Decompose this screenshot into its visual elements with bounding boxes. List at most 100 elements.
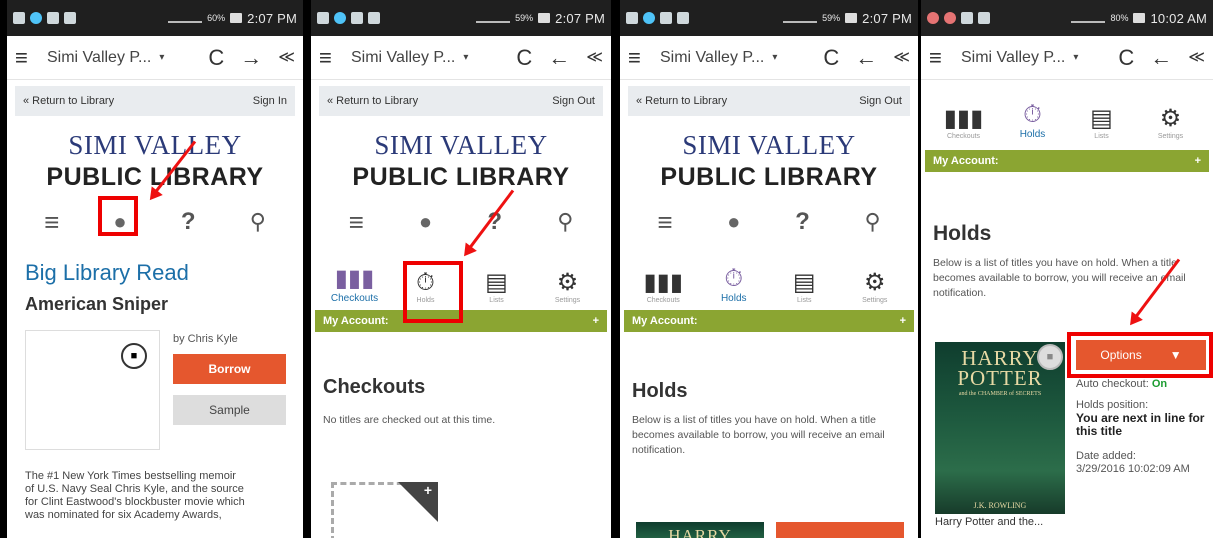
forward-icon[interactable]: → bbox=[240, 46, 262, 69]
chevron-down-icon[interactable]: ▾ bbox=[463, 52, 468, 63]
sign-out-link[interactable]: Sign Out bbox=[859, 95, 902, 107]
status-bar: 59% 2:07 PM bbox=[311, 0, 611, 36]
share-icon[interactable]: ≪ bbox=[278, 49, 295, 66]
cover-author: J.K. ROWLING bbox=[973, 501, 1027, 510]
url-title[interactable]: Simi Valley P... bbox=[351, 49, 455, 67]
help-icon[interactable]: ? bbox=[795, 208, 810, 236]
tab-lists[interactable]: ▤ Lists bbox=[774, 269, 834, 304]
status-bar: 60% 2:07 PM bbox=[7, 0, 303, 36]
tab-holds[interactable]: ⏱ Holds bbox=[704, 265, 764, 304]
tab-settings[interactable]: ⚙ Settings bbox=[845, 269, 905, 304]
search-icon[interactable]: ⚲ bbox=[557, 209, 573, 235]
return-to-library-link[interactable]: « Return to Library bbox=[327, 95, 418, 107]
browser-menu-icon[interactable]: ≡ bbox=[15, 45, 41, 71]
add-corner[interactable]: + bbox=[398, 482, 438, 522]
return-to-library-link[interactable]: « Return to Library bbox=[636, 95, 727, 107]
expand-icon[interactable]: + bbox=[1195, 155, 1201, 167]
sign-out-link[interactable]: Sign Out bbox=[552, 95, 595, 107]
gear-icon: ⚙ bbox=[863, 269, 886, 296]
menu-icon[interactable]: ≡ bbox=[44, 207, 59, 238]
tab-settings[interactable]: ⚙ Settings bbox=[538, 269, 598, 304]
logo-line2[interactable]: PUBLIC LIBRARY bbox=[311, 163, 611, 192]
tab-label: Holds bbox=[720, 293, 747, 304]
tab-label: Settings bbox=[862, 297, 888, 304]
clock: 10:02 AM bbox=[1150, 10, 1207, 26]
tab-holds[interactable]: ⏱ Holds bbox=[1003, 101, 1063, 140]
page-heading: Holds bbox=[933, 222, 992, 245]
logo-line1[interactable]: SIMI VALLEY bbox=[7, 130, 303, 161]
app-icon bbox=[944, 12, 956, 24]
expand-icon[interactable]: + bbox=[593, 315, 599, 327]
tab-checkouts[interactable]: ▮▮▮ Checkouts bbox=[633, 269, 693, 304]
logo-line1[interactable]: SIMI VALLEY bbox=[620, 130, 918, 161]
menu-icon[interactable]: ≡ bbox=[657, 207, 672, 238]
screen-panel-1: 60% 2:07 PM ≡ Simi Valley P... ▾ C → ≪ « … bbox=[7, 0, 303, 538]
app-icon bbox=[334, 12, 346, 24]
chevron-down-icon[interactable]: ▾ bbox=[772, 52, 777, 63]
sign-in-link[interactable]: Sign In bbox=[253, 95, 287, 107]
my-account-bar[interactable]: My Account: + bbox=[624, 310, 914, 332]
logo-line2[interactable]: PUBLIC LIBRARY bbox=[620, 163, 918, 192]
sample-button[interactable]: Sample bbox=[173, 395, 286, 425]
share-icon[interactable]: ≪ bbox=[893, 49, 910, 66]
options-button[interactable] bbox=[776, 522, 904, 538]
share-icon[interactable]: ≪ bbox=[1188, 49, 1205, 66]
logo-line1[interactable]: SIMI VALLEY bbox=[311, 130, 611, 161]
url-title[interactable]: Simi Valley P... bbox=[961, 49, 1065, 67]
tab-lists[interactable]: ▤ Lists bbox=[467, 269, 527, 304]
holds-position-value: You are next in line for this title bbox=[1076, 411, 1205, 438]
help-icon[interactable]: ? bbox=[181, 208, 196, 236]
tab-checkouts[interactable]: ▮▮▮ Checkouts bbox=[934, 105, 994, 140]
chevron-down-icon[interactable]: ▾ bbox=[159, 52, 164, 63]
page-heading: Checkouts bbox=[323, 376, 426, 398]
tab-settings[interactable]: ⚙ Settings bbox=[1141, 105, 1201, 140]
cover-subtitle: and the CHAMBER of SECRETS bbox=[958, 391, 1042, 397]
search-icon[interactable]: ⚲ bbox=[250, 209, 266, 235]
logo-line2[interactable]: PUBLIC LIBRARY bbox=[7, 163, 303, 192]
book-author[interactable]: by Chris Kyle bbox=[173, 333, 238, 345]
account-icon[interactable]: ● bbox=[727, 209, 740, 235]
back-icon[interactable]: ← bbox=[855, 46, 877, 69]
book-caption[interactable]: Harry Potter and the... bbox=[935, 516, 1043, 528]
chevron-down-icon[interactable]: ▾ bbox=[1073, 52, 1078, 63]
book-cover[interactable]: ■ bbox=[25, 330, 160, 450]
back-icon[interactable]: ← bbox=[1150, 46, 1172, 69]
refresh-icon[interactable]: C bbox=[208, 46, 224, 69]
browser-toolbar: ≡ Simi Valley P... ▾ C ← ≪ bbox=[921, 36, 1213, 80]
library-top-bar: « Return to Library Sign Out bbox=[628, 86, 910, 116]
battery-icon bbox=[230, 13, 243, 23]
signal-icon bbox=[1071, 13, 1106, 23]
expand-icon[interactable]: + bbox=[900, 315, 906, 327]
share-icon[interactable]: ≪ bbox=[586, 49, 603, 66]
page-heading: Holds bbox=[632, 380, 688, 402]
url-title[interactable]: Simi Valley P... bbox=[660, 49, 764, 67]
browser-menu-icon[interactable]: ≡ bbox=[628, 45, 654, 71]
clock: 2:07 PM bbox=[247, 10, 297, 26]
account-icon[interactable]: ● bbox=[419, 209, 432, 235]
browser-menu-icon[interactable]: ≡ bbox=[319, 45, 345, 71]
tab-label: Checkouts bbox=[946, 133, 981, 140]
refresh-icon[interactable]: C bbox=[1118, 46, 1134, 69]
back-icon[interactable]: ← bbox=[548, 46, 570, 69]
tab-checkouts[interactable]: ▮▮▮ Checkouts bbox=[325, 265, 385, 304]
refresh-icon[interactable]: C bbox=[823, 46, 839, 69]
return-to-library-link[interactable]: « Return to Library bbox=[23, 95, 114, 107]
book-cover[interactable]: HARRY bbox=[636, 522, 764, 538]
url-title[interactable]: Simi Valley P... bbox=[47, 49, 151, 67]
clipboard-icon: ▤ bbox=[485, 269, 508, 296]
highlight-holds bbox=[403, 261, 463, 323]
notification-icon bbox=[317, 12, 329, 24]
image-icon bbox=[978, 12, 990, 24]
battery-percent: 80% bbox=[1110, 13, 1129, 23]
browser-menu-icon[interactable]: ≡ bbox=[929, 45, 955, 71]
refresh-icon[interactable]: C bbox=[516, 46, 532, 69]
book-title[interactable]: American Sniper bbox=[25, 294, 303, 315]
borrow-button[interactable]: Borrow bbox=[173, 354, 286, 384]
search-icon[interactable]: ⚲ bbox=[864, 209, 880, 235]
book-cover[interactable]: HARRY POTTER and the CHAMBER of SECRETS … bbox=[935, 342, 1065, 514]
my-account-bar[interactable]: My Account: + bbox=[925, 150, 1209, 172]
menu-icon[interactable]: ≡ bbox=[349, 207, 364, 238]
desc-line: was nominated for six Academy Awards, bbox=[25, 509, 222, 521]
account-tabs: ▮▮▮ Checkouts ⏱ Holds ▤ Lists ⚙ Settings bbox=[620, 248, 918, 304]
tab-lists[interactable]: ▤ Lists bbox=[1072, 105, 1132, 140]
